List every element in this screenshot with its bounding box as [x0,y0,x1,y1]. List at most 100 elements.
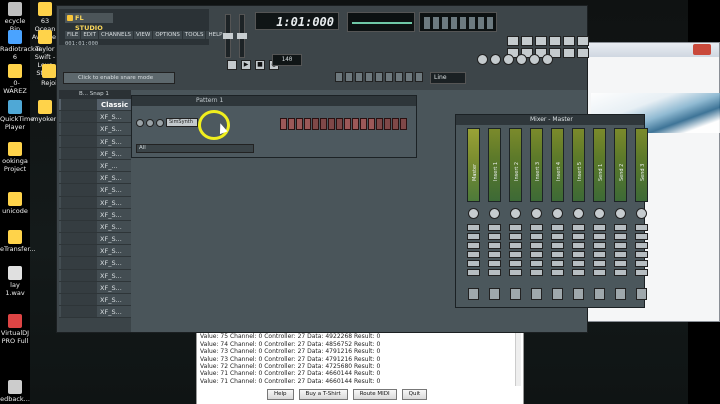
help-button[interactable]: Help [267,389,294,400]
tempo-display[interactable]: 140 [272,54,302,66]
effect-slot-button[interactable] [614,260,627,267]
pan-knob[interactable] [594,208,605,219]
desktop-icon[interactable]: _0-WAREZ [0,64,30,95]
effect-slot-button[interactable] [488,233,501,240]
channel-name[interactable]: SimSynth [166,118,198,127]
mixer-track[interactable]: Insert 5 [569,128,588,306]
step-button[interactable] [288,118,295,130]
effect-slot-button[interactable] [488,269,501,276]
effect-slot-button[interactable] [593,260,606,267]
browser-item[interactable]: XF_S... [59,172,131,185]
desktop-icon[interactable]: eTransfer... [0,230,36,253]
effect-slot-button[interactable] [530,269,543,276]
browser-item[interactable]: XF_S... [59,281,131,294]
effect-slot-button[interactable] [593,251,606,258]
pan-knob[interactable] [573,208,584,219]
browser-item[interactable]: XF_S... [59,220,131,234]
desktop-icon[interactable]: unicode [0,192,30,215]
menu-tools[interactable]: TOOLS [182,31,206,39]
desktop-icon[interactable]: edback... [0,380,30,403]
step-button[interactable] [344,118,351,130]
browser-item[interactable]: XF_S... [59,208,131,221]
browser-item[interactable]: XF_S... [59,233,131,246]
menu-channels[interactable]: CHANNELS [99,31,134,39]
effect-slot-button[interactable] [509,224,522,231]
step-button[interactable] [280,118,287,130]
snap-button[interactable] [335,72,343,82]
window-toggle-button[interactable] [521,36,533,46]
mixer-track[interactable]: Insert 1 [485,128,504,306]
channel-volume-knob[interactable] [156,118,164,127]
window-toggle-button[interactable] [577,36,589,46]
route-button[interactable] [510,288,521,300]
effect-slot-button[interactable] [572,233,585,240]
browser-item[interactable]: XF_S... [59,306,131,319]
effect-slot-button[interactable] [467,269,480,276]
snap-button[interactable] [395,72,403,82]
pan-knob[interactable] [636,208,647,219]
step-button[interactable] [304,118,311,130]
pan-knob[interactable] [615,208,626,219]
effect-slot-button[interactable] [635,242,648,249]
effect-slot-button[interactable] [530,224,543,231]
menu-options[interactable]: OPTIONS [153,31,182,39]
effect-slot-button[interactable] [635,260,648,267]
effect-slot-button[interactable] [467,224,480,231]
snap-button[interactable] [355,72,363,82]
desktop-icon[interactable]: ecycle Bin [0,2,30,33]
desktop-icon[interactable]: lay 1.wav [0,266,30,297]
pan-knob[interactable] [531,208,542,219]
quit-button[interactable]: Quit [401,389,428,400]
browser-item[interactable]: XF_S... [59,257,131,270]
window-toggle-button[interactable] [563,36,575,46]
mixer-track[interactable]: Send 1 [590,128,609,306]
mixer-track[interactable]: Send 3 [632,128,651,306]
effect-slot-button[interactable] [509,233,522,240]
pattern-mode-button[interactable] [227,60,237,70]
browser-item[interactable]: XF_S... [59,196,131,209]
browser-item[interactable]: XF_S... [59,135,131,148]
window-toggle-button[interactable] [563,48,575,58]
effect-slot-button[interactable] [530,242,543,249]
effect-slot-button[interactable] [572,224,585,231]
effect-slot-button[interactable] [551,260,564,267]
snap-button[interactable] [415,72,423,82]
effect-slot-button[interactable] [509,260,522,267]
effect-slot-button[interactable] [467,260,480,267]
route-button[interactable] [468,288,479,300]
step-button[interactable] [384,118,391,130]
route-button[interactable] [531,288,542,300]
effect-slot-button[interactable] [614,242,627,249]
mixer-track[interactable]: Master [464,128,483,306]
effect-slot-button[interactable] [614,251,627,258]
step-button[interactable] [328,118,335,130]
midi-log-scrollbar[interactable] [515,326,521,386]
step-button[interactable] [352,118,359,130]
snap-button[interactable] [405,72,413,82]
route-button[interactable] [489,288,500,300]
effect-slot-button[interactable] [593,242,606,249]
effect-slot-button[interactable] [551,233,564,240]
view-toggle-button[interactable] [542,54,553,65]
desktop-icon[interactable]: QuickTime Player [0,100,34,131]
mixer-track[interactable]: Insert 2 [506,128,525,306]
pan-knob[interactable] [468,208,479,219]
menu-view[interactable]: VIEW [134,31,153,39]
effect-slot-button[interactable] [467,242,480,249]
snap-button[interactable] [345,72,353,82]
effect-slot-button[interactable] [635,269,648,276]
browser-item[interactable]: XF_S... [59,111,131,124]
route-button[interactable] [636,288,647,300]
pan-knob[interactable] [552,208,563,219]
effect-slot-button[interactable] [593,224,606,231]
master-pitch-slider[interactable] [237,14,247,58]
effect-slot-button[interactable] [488,251,501,258]
line-mode-select[interactable]: Line [430,72,466,84]
step-button[interactable] [376,118,383,130]
play-icon[interactable]: ▶ [241,60,251,70]
step-button[interactable] [320,118,327,130]
snap-button[interactable] [375,72,383,82]
browser-item[interactable]: Classic [59,99,131,112]
pan-knob[interactable] [510,208,521,219]
snap-button[interactable] [385,72,393,82]
